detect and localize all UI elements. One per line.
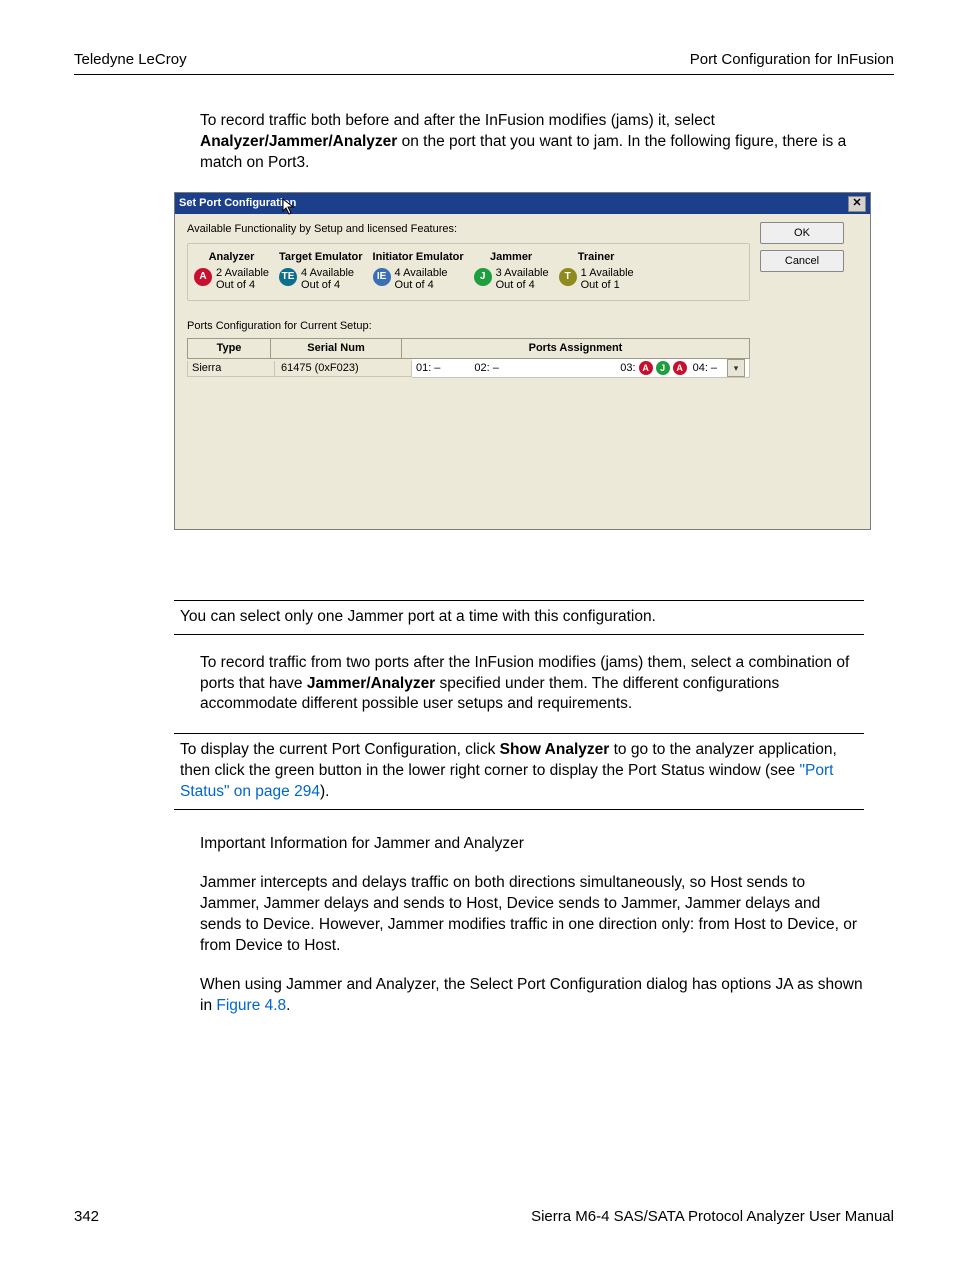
analyzer-head: Analyzer (194, 250, 269, 265)
note2-post: ). (320, 783, 329, 800)
target-head: Target Emulator (279, 250, 363, 265)
para2: To record traffic from two ports after t… (200, 653, 864, 716)
note-show-analyzer: To display the current Port Configuratio… (174, 733, 864, 810)
trainer-icon: T (559, 268, 577, 286)
port03-analyzer-a-icon: A (639, 361, 653, 375)
important-heading: Important Information for Jammer and Ana… (200, 834, 864, 855)
target-emulator-card: Target Emulator TE 4 AvailableOut of 4 (279, 250, 363, 292)
para4: When using Jammer and Analyzer, the Sele… (200, 975, 864, 1017)
jammer-avail: 3 Available (496, 267, 549, 280)
analyzer-card: Analyzer A 2 AvailableOut of 4 (194, 250, 269, 292)
port-01-value: – (434, 361, 440, 376)
note-single-jammer: You can select only one Jammer port at a… (174, 600, 864, 635)
trainer-avail: 1 Available (581, 267, 634, 280)
initiator-avail: 4 Available (395, 267, 448, 280)
trainer-out: Out of 1 (581, 279, 634, 292)
para3-body: Jammer intercepts and delays traffic on … (200, 873, 864, 957)
para1-pre: To record traffic both before and after … (200, 112, 715, 129)
jammer-head: Jammer (474, 250, 549, 265)
window-titlebar[interactable]: Set Port Configuration ✕ (175, 193, 870, 214)
para4-post: . (286, 997, 290, 1014)
close-button[interactable]: ✕ (848, 196, 866, 212)
initiator-out: Out of 4 (395, 279, 448, 292)
port03-jammer-icon: J (656, 361, 670, 375)
target-avail: 4 Available (301, 267, 354, 280)
header-right: Port Configuration for InFusion (690, 50, 894, 70)
note2-pre: To display the current Port Configuratio… (180, 741, 500, 758)
trainer-card: Trainer T 1 AvailableOut of 1 (559, 250, 634, 292)
jammer-card: Jammer J 3 AvailableOut of 4 (474, 250, 549, 292)
target-out: Out of 4 (301, 279, 354, 292)
para4-pre: When using Jammer and Analyzer, the Sele… (200, 976, 863, 1014)
port-04-label: 04: (693, 361, 708, 376)
analyzer-avail: 2 Available (216, 267, 269, 280)
note1-text: You can select only one Jammer port at a… (180, 608, 656, 625)
jammer-icon: J (474, 268, 492, 286)
figure-link[interactable]: Figure 4.8 (216, 997, 286, 1014)
cell-type: Sierra (187, 361, 275, 377)
grid-row: Sierra 61475 (0xF023) 01:– 02:– 03: A J … (187, 359, 750, 379)
available-functionality-label: Available Functionality by Setup and lic… (187, 222, 750, 237)
initiator-emulator-icon: IE (373, 268, 391, 286)
trainer-head: Trainer (559, 250, 634, 265)
ports-config-label: Ports Configuration for Current Setup: (187, 319, 750, 334)
col-type: Type (187, 338, 271, 359)
cell-serial: 61475 (0xF023) (275, 361, 412, 377)
analyzer-icon: A (194, 268, 212, 286)
ok-button[interactable]: OK (760, 222, 844, 244)
functionality-cards: Analyzer A 2 AvailableOut of 4 Target Em… (187, 243, 750, 301)
analyzer-out: Out of 4 (216, 279, 269, 292)
para1-bold: Analyzer/Jammer/Analyzer (200, 133, 397, 150)
grid-header: Type Serial Num Ports Assignment (187, 338, 750, 359)
port-04-value: – (711, 361, 717, 376)
footer-title: Sierra M6-4 SAS/SATA Protocol Analyzer U… (531, 1207, 894, 1227)
page-number: 342 (74, 1207, 99, 1227)
col-serial: Serial Num (271, 338, 402, 359)
header-left: Teledyne LeCroy (74, 50, 187, 70)
set-port-configuration-window: Set Port Configuration ✕ Available Funct… (174, 192, 871, 530)
cancel-button[interactable]: Cancel (760, 250, 844, 272)
note2-bold: Show Analyzer (500, 741, 610, 758)
initiator-emulator-card: Initiator Emulator IE 4 AvailableOut of … (373, 250, 464, 292)
ports-assignment-cell[interactable]: 01:– 02:– 03: A J A 04:– (412, 359, 750, 378)
para2-bold: Jammer/Analyzer (307, 675, 435, 692)
port-02-value: – (493, 361, 499, 376)
port03-analyzer-b-icon: A (673, 361, 687, 375)
port-02-label: 02: (474, 361, 489, 376)
window-title: Set Port Configuration (179, 196, 296, 211)
col-ports: Ports Assignment (402, 338, 750, 359)
ports-dropdown-button[interactable] (727, 359, 745, 377)
port-01-label: 01: (416, 361, 431, 376)
initiator-head: Initiator Emulator (373, 250, 464, 265)
jammer-out: Out of 4 (496, 279, 549, 292)
port-03-label: 03: (620, 361, 635, 376)
target-emulator-icon: TE (279, 268, 297, 286)
intro-paragraph: To record traffic both before and after … (200, 111, 864, 174)
